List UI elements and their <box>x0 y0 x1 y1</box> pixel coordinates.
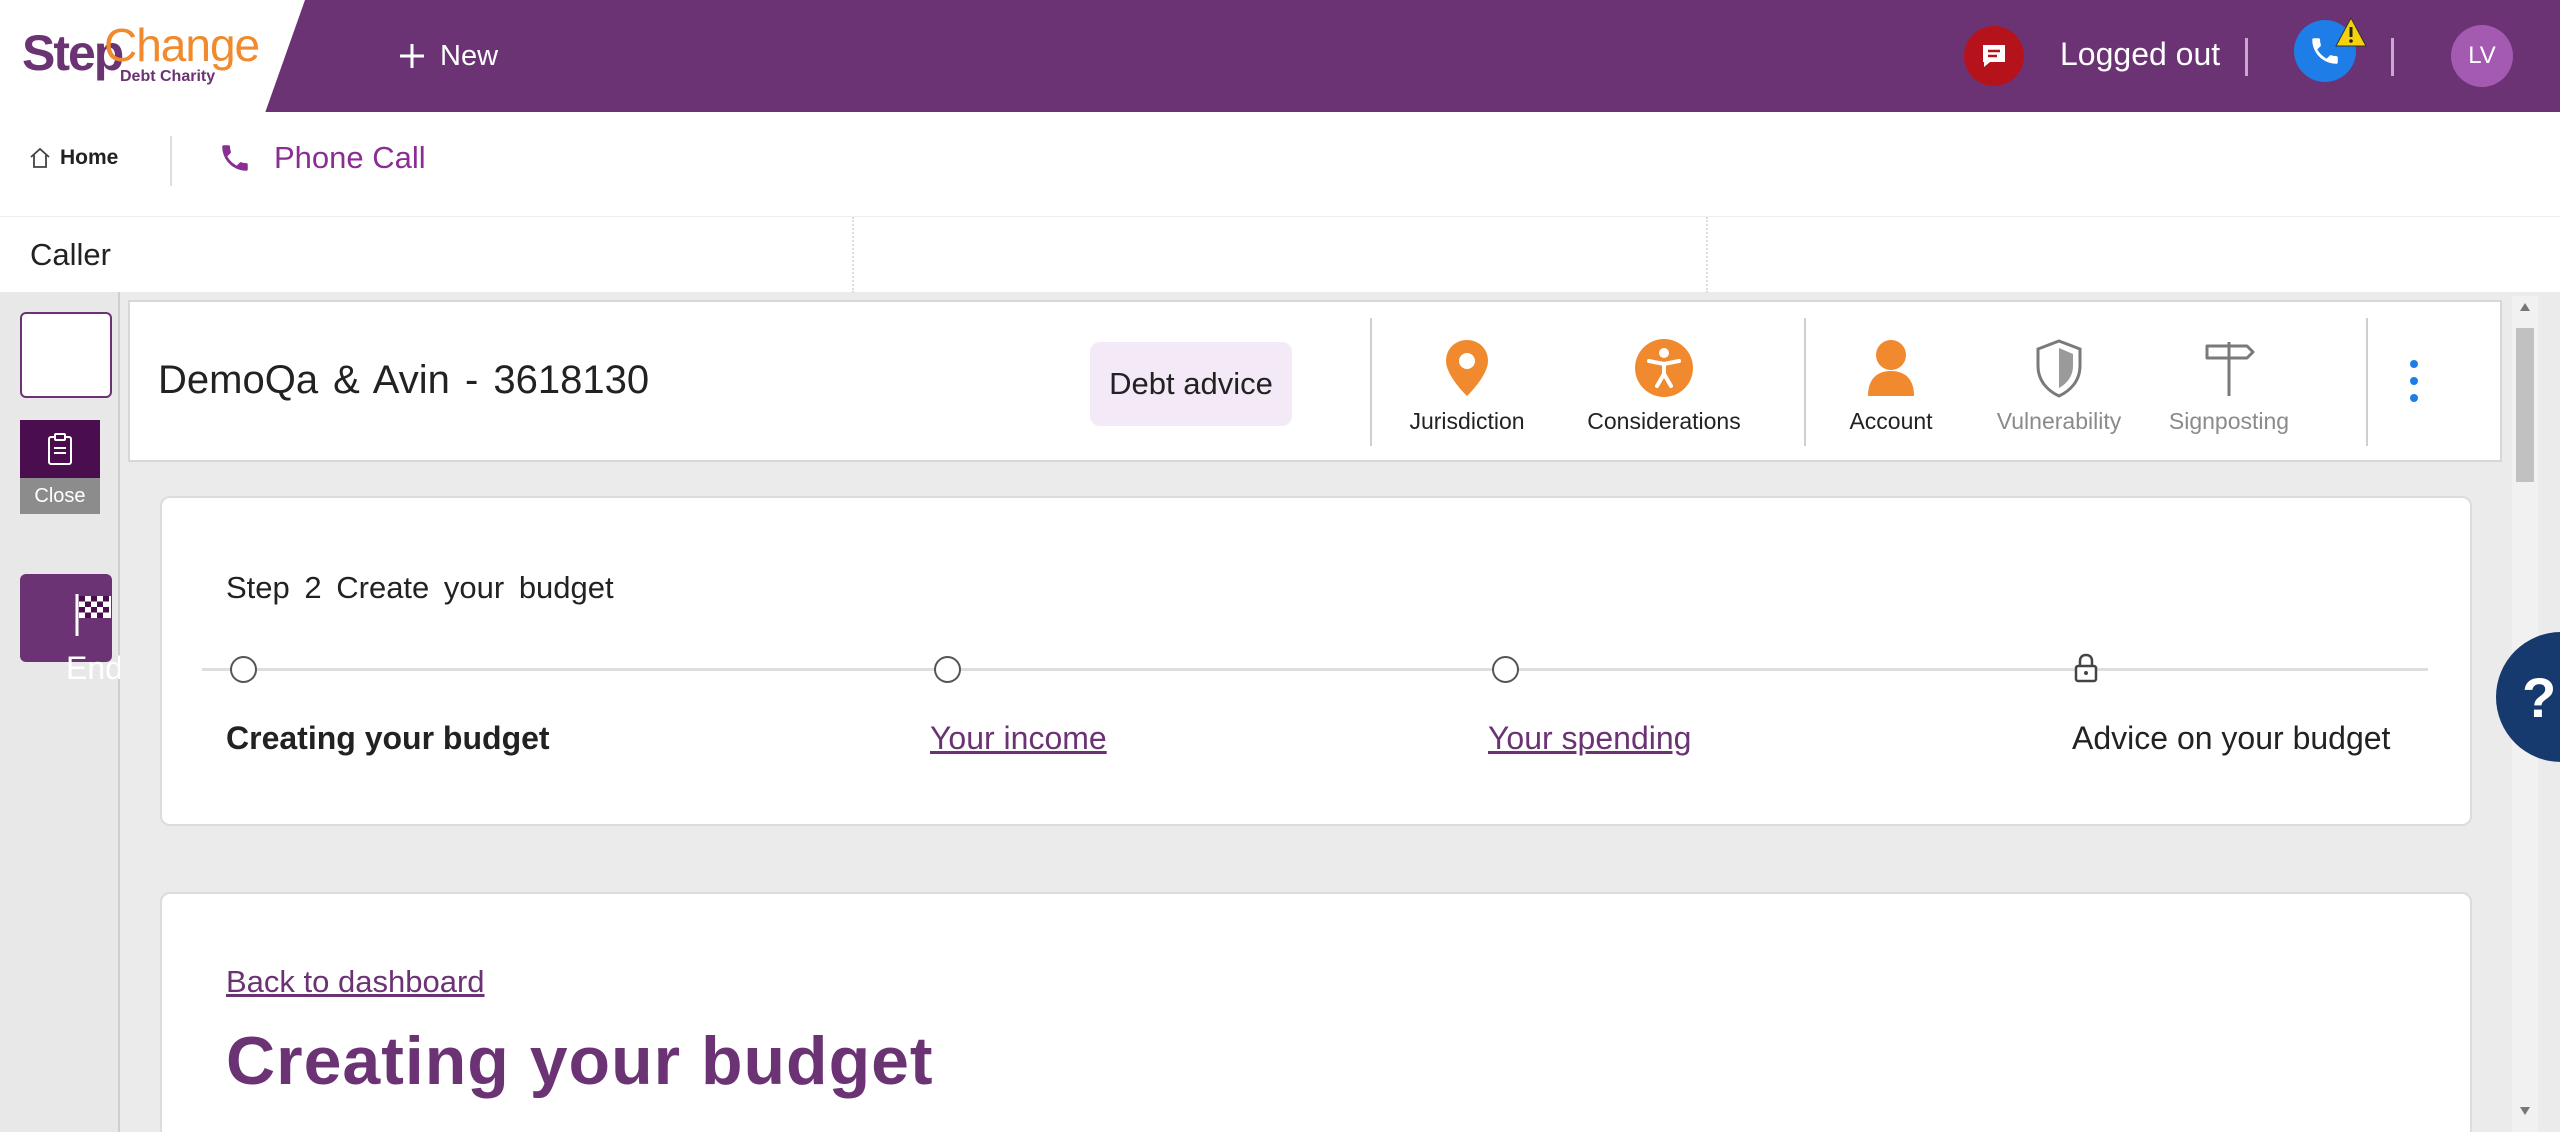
step-heading: Step 2 Create your budget <box>226 570 614 605</box>
clipboard-button[interactable] <box>20 420 100 478</box>
header-divider <box>1370 318 1372 446</box>
scroll-up-arrow-icon[interactable] <box>2519 302 2531 312</box>
top-bar: Step Change Debt Charity New Logged out … <box>0 0 2560 112</box>
tab-phone-call-label: Phone Call <box>274 140 426 175</box>
account-label: Account <box>1849 408 1933 434</box>
accessibility-icon <box>1635 339 1693 397</box>
page-title: Creating your budget <box>226 1023 934 1099</box>
signpost-icon <box>2205 342 2255 396</box>
help-button[interactable]: ? <box>2496 632 2560 762</box>
more-options-icon[interactable] <box>2410 360 2418 402</box>
considerations-button[interactable]: Considerations <box>1574 338 1754 435</box>
content-card: Back to dashboard Creating your budget <box>160 892 2472 1132</box>
login-status-text: Logged out <box>2060 36 2221 72</box>
person-icon <box>1868 340 1914 396</box>
warning-icon <box>2335 16 2367 47</box>
topbar-divider <box>2391 38 2394 76</box>
header-divider <box>1804 318 1806 446</box>
step-link-spending[interactable]: Your spending <box>1488 720 1691 757</box>
rail-blank-button[interactable] <box>20 312 112 398</box>
caller-bar: Caller <box>0 216 2560 293</box>
step-label-advice: Advice on your budget <box>2072 720 2391 756</box>
user-avatar[interactable]: LV <box>2451 25 2513 87</box>
step-link-income[interactable]: Your income <box>930 720 1107 757</box>
tab-home[interactable]: Home <box>28 146 118 170</box>
location-pin-icon <box>1446 340 1488 396</box>
tab-divider <box>170 136 172 186</box>
header-divider <box>2366 318 2368 446</box>
step-label-creating: Creating your budget <box>226 720 550 756</box>
jurisdiction-button[interactable]: Jurisdiction <box>1409 338 1525 435</box>
clipboard-icon <box>48 433 72 465</box>
chat-alert-icon[interactable] <box>1964 26 2024 86</box>
vulnerability-label: Vulnerability <box>1996 408 2122 434</box>
signposting-button[interactable]: Signposting <box>2154 338 2304 435</box>
signposting-label: Signposting <box>2168 408 2290 434</box>
tab-phone-call[interactable]: Phone Call <box>218 140 426 176</box>
scroll-down-arrow-icon[interactable] <box>2519 1106 2531 1116</box>
scrollbar-thumb[interactable] <box>2516 328 2534 482</box>
lock-icon <box>2074 653 2098 683</box>
considerations-label: Considerations <box>1587 408 1741 434</box>
stepchange-logo[interactable]: Step Change Debt Charity <box>0 0 305 112</box>
plus-icon <box>400 44 424 68</box>
left-rail: Close End Session <box>0 292 120 1132</box>
logo-change-text: Change <box>104 19 260 71</box>
new-button-label: New <box>440 39 499 72</box>
checkered-flag-icon <box>75 594 111 636</box>
caller-column-divider <box>852 217 854 293</box>
tabs-bar: Home Phone Call <box>0 112 2560 216</box>
logo-subtitle: Debt Charity <box>120 68 216 85</box>
case-title: DemoQa & Avin - 3618130 <box>158 358 650 402</box>
tab-home-label: Home <box>60 146 119 169</box>
shield-icon <box>2036 339 2082 398</box>
service-badge[interactable]: Debt advice <box>1090 342 1292 426</box>
step-node-income[interactable] <box>934 656 961 683</box>
case-header: DemoQa & Avin - 3618130 Debt advice Juri… <box>128 300 2502 462</box>
vulnerability-button[interactable]: Vulnerability <box>1984 338 2134 435</box>
caller-column-divider <box>1706 217 1708 293</box>
phone-icon <box>222 145 248 171</box>
end-session-label: End Session <box>66 650 120 686</box>
account-button[interactable]: Account <box>1836 338 1946 435</box>
close-button[interactable]: Close <box>20 478 100 514</box>
jurisdiction-label: Jurisdiction <box>1409 408 1525 434</box>
caller-label: Caller <box>30 237 111 272</box>
step-node-spending[interactable] <box>1492 656 1519 683</box>
topbar-divider <box>2245 38 2248 76</box>
step-node-creating <box>230 656 257 683</box>
back-to-dashboard-link[interactable]: Back to dashboard <box>226 964 485 1000</box>
home-icon <box>30 147 50 168</box>
step-progress-card: Step 2 Create your budget Creating your … <box>160 496 2472 826</box>
new-button[interactable]: New <box>398 30 498 82</box>
